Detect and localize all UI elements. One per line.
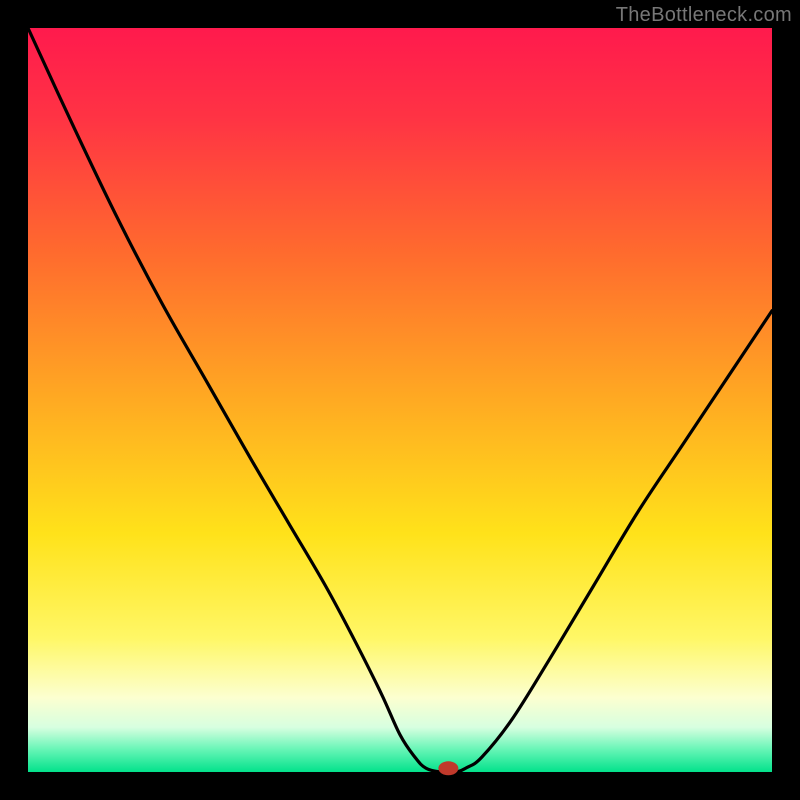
attribution-text: TheBottleneck.com (616, 4, 792, 27)
chart-background-gradient (28, 28, 772, 772)
optimal-point-marker (438, 761, 458, 775)
chart-container: TheBottleneck.com (0, 0, 800, 800)
bottleneck-chart (0, 0, 800, 800)
